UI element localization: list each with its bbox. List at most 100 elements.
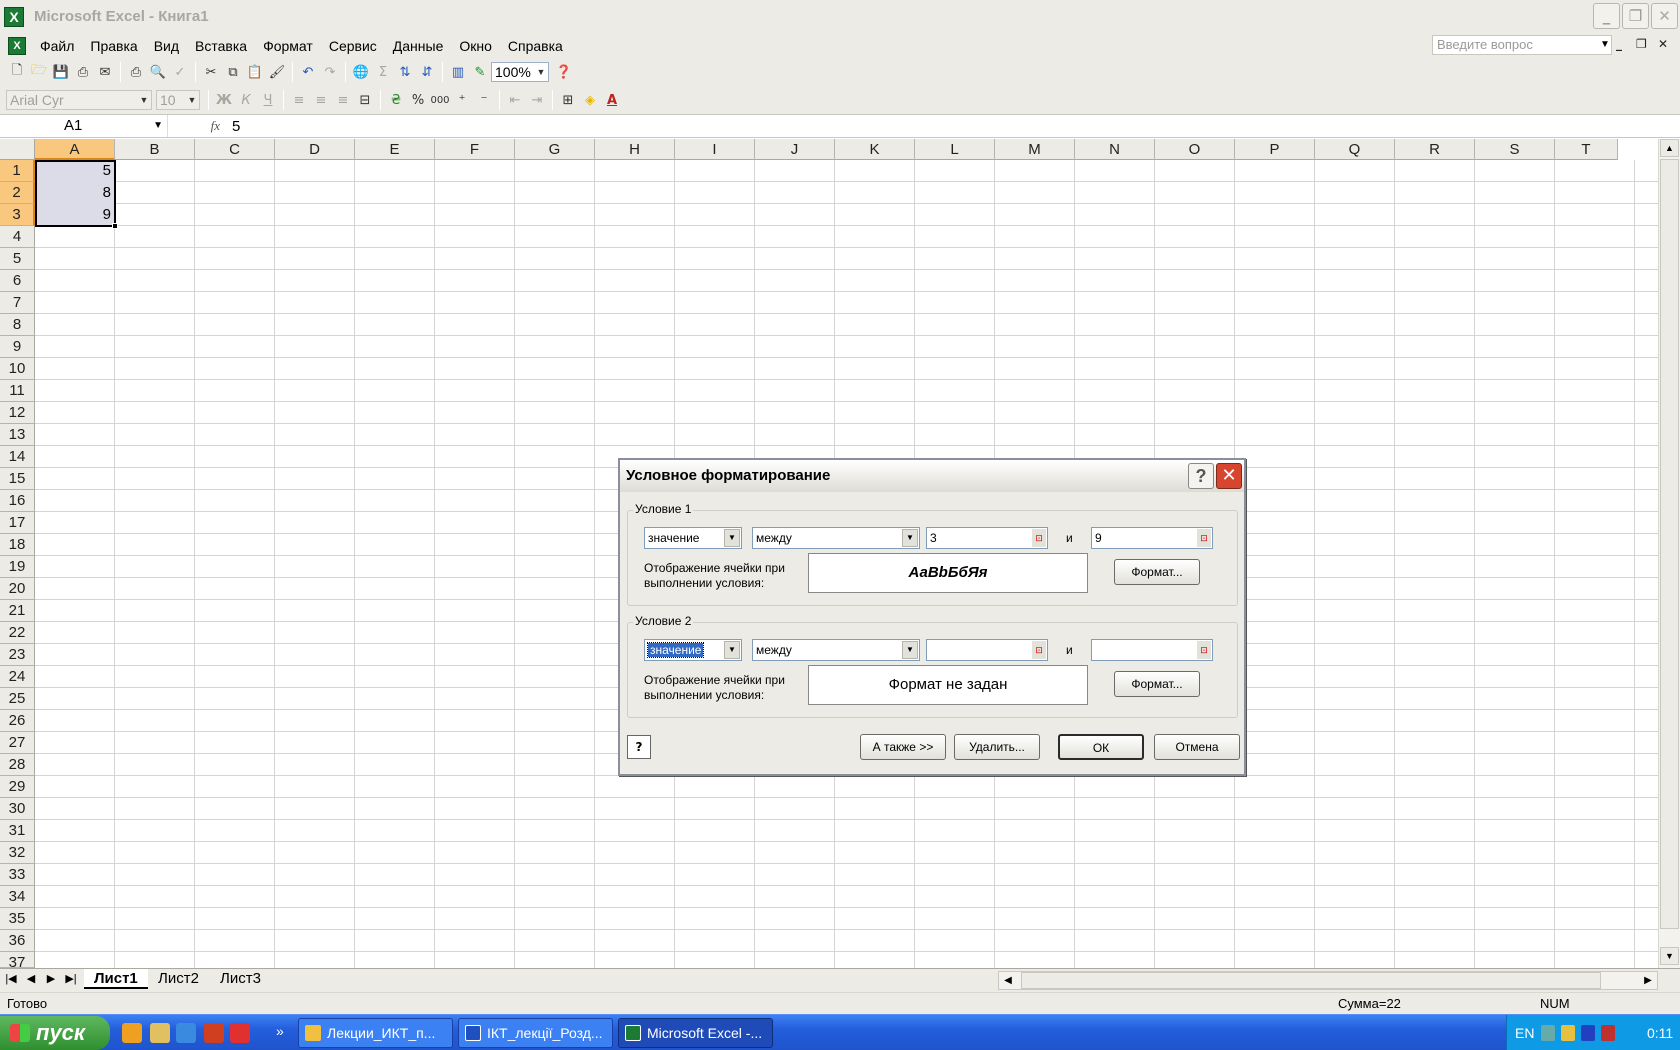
row-header-22[interactable]: 22 [0,622,35,644]
name-box[interactable]: A1 ▼ [0,115,168,137]
column-header-r[interactable]: R [1395,139,1475,160]
align-left-icon[interactable]: ≡ [288,89,310,111]
tray-arrow-icon[interactable] [1541,1025,1555,1041]
prev-sheet-icon[interactable]: ◀ [22,972,40,985]
row-header-20[interactable]: 20 [0,578,35,600]
permission-icon[interactable]: ⎙ [72,61,94,83]
row-header-15[interactable]: 15 [0,468,35,490]
task-excel[interactable]: Microsoft Excel -... [618,1018,773,1048]
task-word[interactable]: ІКТ_лекції_Розд... [458,1018,613,1048]
column-header-j[interactable]: J [755,139,835,160]
decrease-decimal-icon[interactable]: ⁻ [473,89,495,111]
column-header-i[interactable]: I [675,139,755,160]
scroll-up-icon[interactable]: ▲ [1660,139,1679,157]
sort-ascending-icon[interactable]: ⇅ [394,61,416,83]
workbook-icon[interactable]: X [8,36,26,55]
row-header-6[interactable]: 6 [0,270,35,292]
row-header-11[interactable]: 11 [0,380,35,402]
menu-format[interactable]: Формат [255,35,321,57]
tray-network-icon[interactable] [1601,1025,1615,1041]
fill-handle[interactable] [112,223,118,229]
hyperlink-icon[interactable]: 🌐 [350,61,372,83]
next-sheet-icon[interactable]: ▶ [42,972,60,985]
dialog-help-button[interactable]: ? [1188,463,1214,489]
font-name-select[interactable]: Arial Cyr ▼ [6,90,152,110]
row-header-23[interactable]: 23 [0,644,35,666]
email-icon[interactable]: ✉ [94,61,116,83]
menu-tools[interactable]: Сервис [321,35,385,57]
row-header-28[interactable]: 28 [0,754,35,776]
spelling-icon[interactable]: ✓ [169,61,191,83]
paste-icon[interactable]: 📋 [244,61,266,83]
decrease-indent-icon[interactable]: ⇤ [504,89,526,111]
row-header-18[interactable]: 18 [0,534,35,556]
row-header-27[interactable]: 27 [0,732,35,754]
row-header-33[interactable]: 33 [0,864,35,886]
menu-edit[interactable]: Правка [82,35,145,57]
align-center-icon[interactable]: ≡ [310,89,332,111]
column-header-n[interactable]: N [1075,139,1155,160]
condition-1-value1-input[interactable]: 3 ⊡ [926,527,1048,549]
row-header-34[interactable]: 34 [0,886,35,908]
condition-1-value2-input[interactable]: 9 ⊡ [1091,527,1213,549]
tray-bluetooth-icon[interactable] [1581,1025,1595,1041]
currency-icon[interactable]: ₴ [385,89,407,111]
tray-security-icon[interactable] [1561,1025,1575,1041]
condition-1-format-button[interactable]: Формат... [1114,559,1200,585]
increase-indent-icon[interactable]: ⇥ [526,89,548,111]
row-header-10[interactable]: 10 [0,358,35,380]
redo-icon[interactable]: ↷ [319,61,341,83]
cancel-button[interactable]: Отмена [1154,734,1240,760]
language-indicator[interactable]: EN [1515,1025,1534,1041]
condition-2-format-button[interactable]: Формат... [1114,671,1200,697]
row-header-36[interactable]: 36 [0,930,35,952]
close-button[interactable]: ✕ [1651,3,1678,29]
thousands-button[interactable]: 000 [429,89,451,111]
cut-icon[interactable]: ✂ [200,61,222,83]
column-header-f[interactable]: F [435,139,515,160]
column-header-e[interactable]: E [355,139,435,160]
font-size-select[interactable]: 10 ▼ [156,90,200,110]
column-header-p[interactable]: P [1235,139,1315,160]
help-tip-icon[interactable]: ? [627,735,651,759]
print-preview-icon[interactable]: 🔍 [147,61,169,83]
save-icon[interactable]: 💾 [50,61,72,83]
row-header-35[interactable]: 35 [0,908,35,930]
condition-2-operator-select[interactable]: между ▼ [752,639,920,661]
condition-1-operator-select[interactable]: между ▼ [752,527,920,549]
condition-1-type-select[interactable]: значение ▼ [644,527,742,549]
row-header-30[interactable]: 30 [0,798,35,820]
percent-button[interactable]: % [407,89,429,111]
column-header-q[interactable]: Q [1315,139,1395,160]
row-header-14[interactable]: 14 [0,446,35,468]
quicklaunch-app-icon[interactable] [150,1023,170,1043]
format-painter-icon[interactable]: 🖌 [266,61,288,83]
row-header-32[interactable]: 32 [0,842,35,864]
row-header-8[interactable]: 8 [0,314,35,336]
scroll-thumb[interactable] [1660,159,1679,929]
row-header-29[interactable]: 29 [0,776,35,798]
copy-icon[interactable]: ⧉ [222,61,244,83]
last-sheet-icon[interactable]: ▶| [62,972,80,985]
column-header-c[interactable]: C [195,139,275,160]
delete-button[interactable]: Удалить... [954,734,1040,760]
row-header-26[interactable]: 26 [0,710,35,732]
task-folder[interactable]: Лекции_ИКТ_п... [298,1018,453,1048]
sheet-tab-1[interactable]: Лист1 [84,969,148,989]
excel-app-icon[interactable]: X [4,6,24,27]
row-header-5[interactable]: 5 [0,248,35,270]
quicklaunch-browser-icon[interactable] [122,1023,142,1043]
font-color-icon[interactable]: A [601,89,623,111]
add-condition-button[interactable]: А также >> [860,734,946,760]
row-header-17[interactable]: 17 [0,512,35,534]
row-header-21[interactable]: 21 [0,600,35,622]
condition-2-value1-input[interactable]: ⊡ [926,639,1048,661]
start-button[interactable]: пуск [0,1016,110,1050]
dialog-close-button[interactable]: ✕ [1216,463,1242,489]
select-all-corner[interactable] [0,139,35,160]
menu-file[interactable]: Файл [32,35,82,57]
row-header-16[interactable]: 16 [0,490,35,512]
row-header-31[interactable]: 31 [0,820,35,842]
row-header-3[interactable]: 3 [0,204,35,226]
column-header-l[interactable]: L [915,139,995,160]
